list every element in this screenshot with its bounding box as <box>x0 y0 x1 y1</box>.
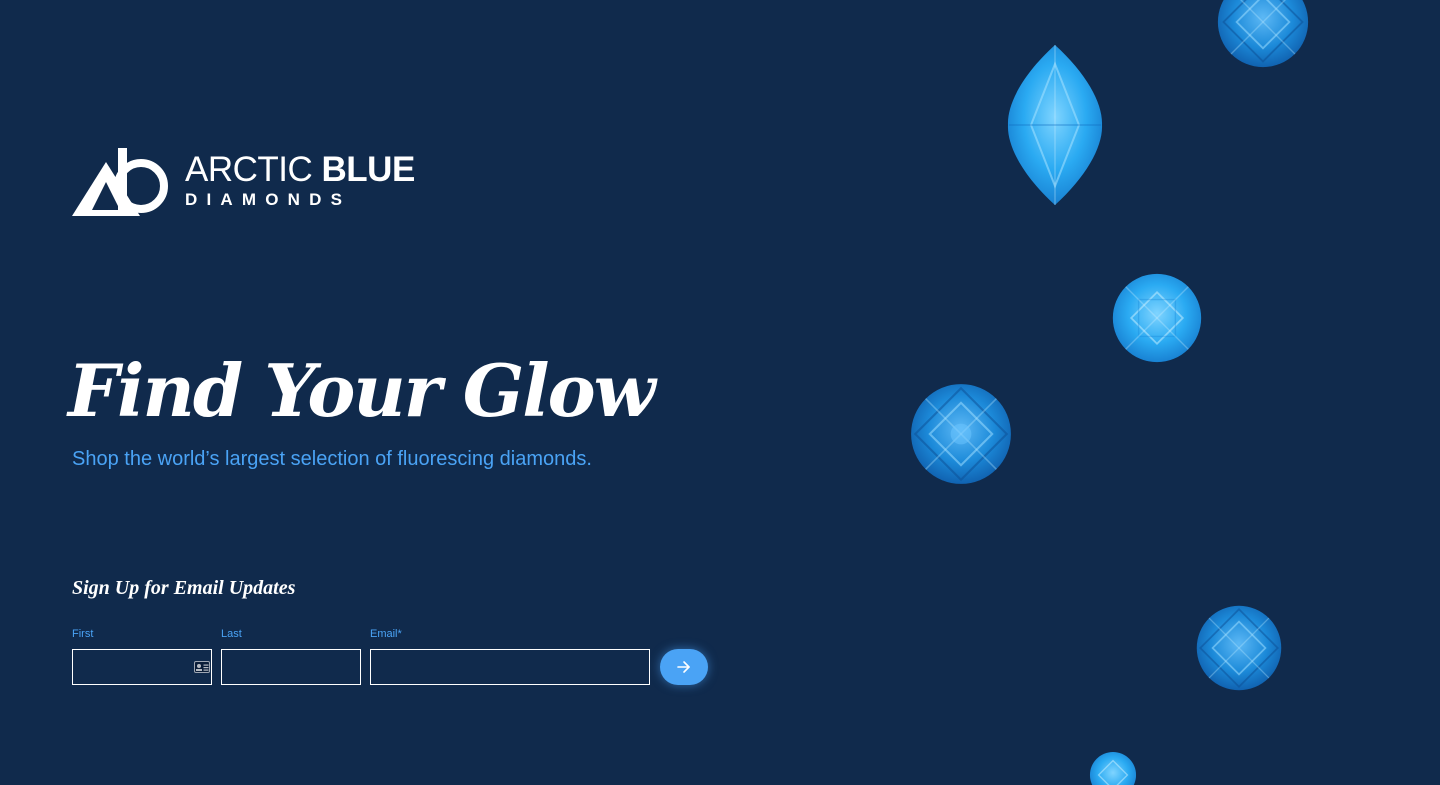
signup-title: Sign Up for Email Updates <box>72 577 296 599</box>
brand-name: ARCTIC BLUE <box>185 150 415 190</box>
diamond-marquise-icon <box>1007 45 1103 205</box>
diamond-round-icon <box>1112 273 1202 363</box>
hero-headline: Find Your Glow <box>68 348 656 433</box>
first-name-label: First <box>72 628 94 640</box>
brand-subname: DIAMONDS <box>185 190 352 209</box>
diamond-round-icon <box>1089 751 1137 785</box>
last-name-label: Last <box>221 628 242 640</box>
last-name-field[interactable] <box>221 649 361 685</box>
diamond-round-icon <box>911 384 1011 484</box>
brand-name-light: ARCTIC <box>185 150 313 189</box>
first-name-field[interactable] <box>72 649 212 685</box>
triangle-ab-monogram-icon <box>72 148 168 216</box>
email-label: Email* <box>370 628 402 640</box>
brand-logo[interactable]: ARCTIC BLUE DIAMONDS <box>72 148 415 218</box>
hero-subhead: Shop the world’s largest selection of fl… <box>72 448 592 470</box>
brand-name-bold: BLUE <box>321 150 416 189</box>
submit-button[interactable] <box>660 649 708 685</box>
diamond-round-icon <box>1217 0 1309 68</box>
email-field[interactable] <box>370 649 650 685</box>
contact-card-icon[interactable] <box>194 661 210 673</box>
arrow-right-icon <box>677 661 690 673</box>
diamond-round-icon <box>1196 605 1282 691</box>
